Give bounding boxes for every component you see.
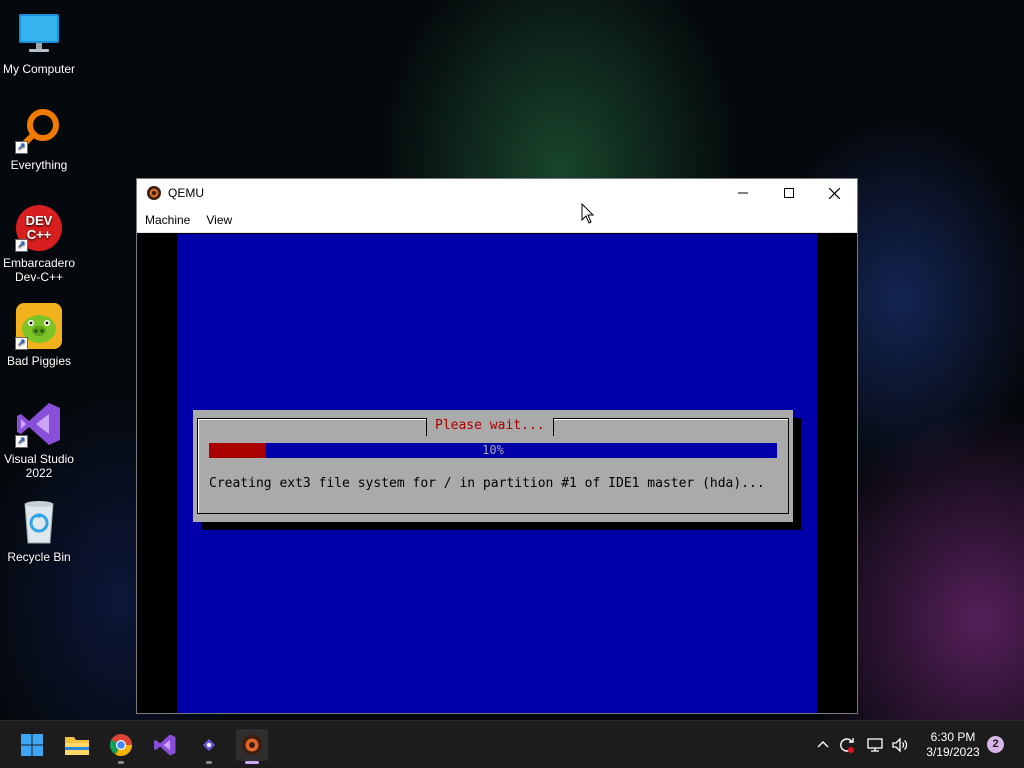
close-button[interactable] [811,179,857,207]
start-icon [21,734,43,756]
taskbar-qemu[interactable] [236,729,268,764]
start-button[interactable] [16,729,48,761]
visual-studio-icon: ↗ [15,400,63,448]
minimize-button[interactable] [720,179,766,207]
desktop-icon-bad-piggies[interactable]: ↗ Bad Piggies [0,302,78,368]
chrome-icon [109,734,132,756]
tray-network[interactable] [866,721,884,768]
close-icon [828,187,840,199]
taskbar-chrome[interactable] [105,729,137,764]
bad-piggies-icon: ↗ [15,302,63,350]
installer-background: Please wait... 10% Creating ext3 file sy… [177,234,817,713]
notification-badge[interactable]: 2 [987,736,1004,753]
taskbar-github-desktop[interactable] [193,729,225,764]
menu-bar: Machine View [137,207,857,233]
chevron-up-icon [817,741,829,748]
maximize-button[interactable] [766,179,812,207]
tray-overflow[interactable] [815,721,831,768]
maximize-icon [784,188,794,198]
sync-icon [840,738,854,753]
running-indicator [206,761,212,764]
desktop-icon-label: Everything [10,158,68,172]
shortcut-arrow-icon: ↗ [15,141,28,154]
taskbar-visual-studio[interactable] [149,729,181,761]
minimize-icon [738,192,748,194]
desktop-icon-everything[interactable]: ↗ Everything [0,106,78,172]
desktop-icon-my-computer[interactable]: My Computer [0,10,78,76]
menu-machine[interactable]: Machine [137,213,198,227]
shortcut-arrow-icon: ↗ [15,239,28,252]
progress-dialog: Please wait... 10% Creating ext3 file sy… [193,410,793,522]
magnifier-icon: ↗ [15,106,63,154]
shortcut-arrow-icon: ↗ [15,435,28,448]
menu-view[interactable]: View [198,213,240,227]
qemu-window[interactable]: QEMU Machine View Please wait... 10% Cre… [136,178,858,714]
progress-bar: 10% [209,443,777,458]
tray-volume[interactable] [891,721,909,768]
clock-time: 6:30 PM [930,730,976,744]
desktop-icon-label: Recycle Bin [7,550,71,564]
qemu-icon [242,735,262,755]
monitor-icon [15,10,63,58]
vm-display[interactable]: Please wait... 10% Creating ext3 file sy… [137,234,857,713]
dialog-title: Please wait... [426,418,554,436]
taskbar-file-explorer[interactable] [61,729,93,761]
svg-text:DEV: DEV [26,213,53,228]
desktop-icon-label: Bad Piggies [6,354,72,368]
desktop-icon-devcpp[interactable]: DEV C++ ↗ Embarcadero Dev-C++ [0,204,78,284]
desktop-icon-recycle-bin[interactable]: Recycle Bin [0,498,78,564]
qemu-icon [146,185,162,201]
running-indicator [118,761,124,764]
taskbar: 6:30 PM 3/19/2023 [0,720,1024,768]
active-indicator [245,761,259,764]
file-explorer-icon [65,737,89,755]
taskbar-clock[interactable]: 6:30 PM 3/19/2023 [918,730,988,760]
devcpp-icon: DEV C++ ↗ [15,204,63,252]
recycle-bin-icon [15,498,63,546]
desktop-icon-visual-studio[interactable]: ↗ Visual Studio 2022 [0,400,78,480]
shortcut-arrow-icon: ↗ [15,337,28,350]
tray-sync[interactable] [838,721,856,768]
volume-icon [892,737,908,753]
visual-studio-icon [154,734,176,756]
desktop-icon-label: Visual Studio 2022 [4,452,74,480]
progress-label: 10% [482,443,504,457]
desktop-icon-label: My Computer [2,62,76,76]
cursor-icon [581,203,595,224]
svg-text:C++: C++ [27,227,52,242]
github-desktop-icon [203,739,215,751]
network-icon [867,738,883,752]
title-bar[interactable]: QEMU [137,179,857,207]
dialog-frame: Please wait... [197,418,789,514]
window-title: QEMU [168,186,204,200]
desktop-icon-label: Embarcadero Dev-C++ [2,256,76,284]
clock-date: 3/19/2023 [926,745,980,759]
progress-message: Creating ext3 file system for / in parti… [209,476,765,491]
